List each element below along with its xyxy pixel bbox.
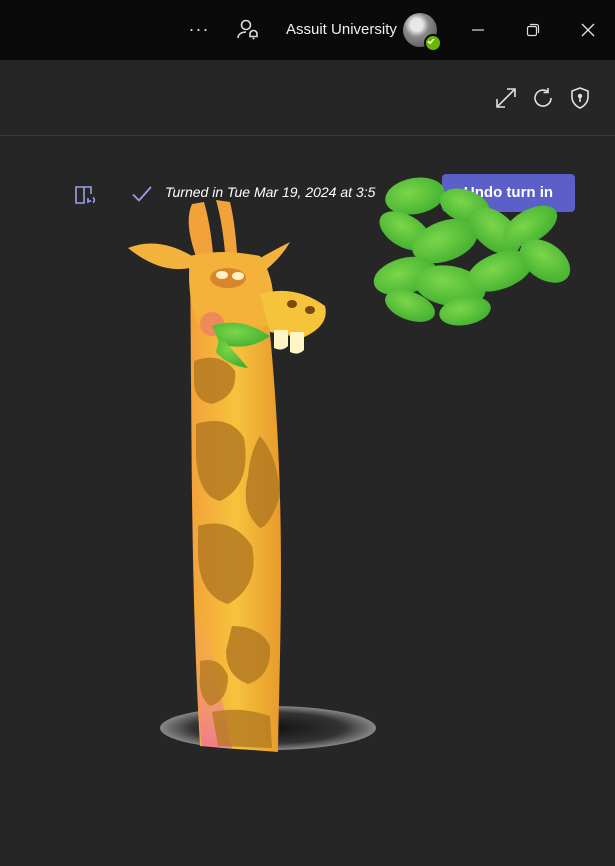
content-toolbar: [0, 60, 615, 136]
refresh-icon[interactable]: [531, 86, 555, 110]
minimize-button[interactable]: [463, 15, 493, 45]
presence-available-icon: [424, 34, 442, 52]
checkmark-icon: [131, 184, 153, 204]
title-bar: ··· Assuit University: [0, 0, 615, 60]
person-notification-icon[interactable]: [234, 17, 260, 43]
turned-in-status: Turned in Tue Mar 19, 2024 at 3:5: [165, 184, 376, 200]
close-button[interactable]: [573, 15, 603, 45]
undo-turn-in-button[interactable]: Undo turn in: [442, 174, 575, 212]
more-options-button[interactable]: ···: [188, 17, 210, 41]
immersive-reader-icon[interactable]: [74, 184, 98, 206]
shield-icon[interactable]: [568, 86, 592, 110]
assignment-content: Turned in Tue Mar 19, 2024 at 3:5 Undo t…: [0, 136, 615, 866]
restore-button[interactable]: [518, 15, 548, 45]
expand-icon[interactable]: [494, 86, 518, 110]
organization-name[interactable]: Assuit University: [286, 21, 397, 38]
giraffe-illustration: [128, 177, 571, 752]
